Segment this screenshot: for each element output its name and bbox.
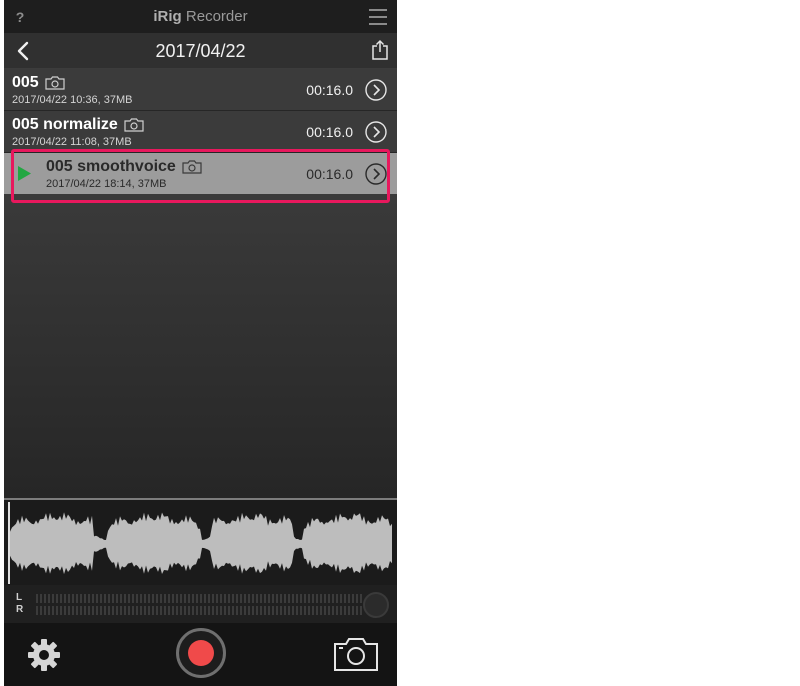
waveform-shape	[8, 512, 392, 575]
record-button[interactable]	[176, 628, 226, 678]
nav-bar: 2017/04/22	[4, 33, 397, 69]
chevron-right-icon[interactable]	[365, 79, 387, 101]
input-gain-knob[interactable]	[363, 592, 389, 618]
bottom-toolbar	[4, 623, 397, 686]
meter-right-label: R	[16, 604, 24, 615]
app-title-brand: iRig	[153, 8, 182, 25]
app-title-rest: Recorder	[181, 8, 248, 25]
recording-name: 005	[12, 74, 39, 91]
recording-name-row: 005	[12, 74, 65, 92]
record-icon	[188, 640, 214, 666]
meter-left-label: L	[16, 592, 23, 603]
waveform-panel[interactable]	[4, 498, 397, 586]
recording-meta: 2017/04/22 10:36, 37MB	[12, 94, 133, 106]
menu-icon[interactable]	[369, 9, 387, 25]
recording-row[interactable]: 005 2017/04/22 10:36, 37MB 00:16.0	[4, 69, 397, 111]
recording-row[interactable]: 005 normalize 2017/04/22 11:08, 37MB 00:…	[4, 111, 397, 153]
recording-duration: 00:16.0	[306, 82, 353, 98]
phone-screen: ? iRig Recorder 2017/04/22 005 2017/04/2…	[4, 0, 397, 686]
app-top-bar: ? iRig Recorder	[4, 0, 397, 33]
camera-icon	[45, 76, 65, 90]
recording-name: 005 normalize	[12, 116, 118, 133]
recording-meta: 2017/04/22 11:08, 37MB	[12, 136, 132, 148]
camera-icon[interactable]	[333, 635, 379, 673]
app-title: iRig Recorder	[4, 8, 397, 25]
share-icon[interactable]	[371, 39, 389, 61]
selection-highlight	[11, 149, 390, 203]
page-title: 2017/04/22	[155, 41, 246, 61]
playhead[interactable]	[8, 502, 10, 584]
meter-right-bar	[36, 606, 364, 615]
recording-name-row: 005 normalize	[12, 116, 144, 134]
waveform[interactable]	[8, 504, 392, 584]
chevron-right-icon[interactable]	[365, 121, 387, 143]
gear-icon[interactable]	[26, 637, 62, 673]
recording-duration: 00:16.0	[306, 124, 353, 140]
meter-left-bar	[36, 594, 364, 603]
level-meter: L R	[4, 585, 397, 623]
recording-list-empty-area	[4, 194, 397, 498]
camera-icon	[124, 118, 144, 132]
